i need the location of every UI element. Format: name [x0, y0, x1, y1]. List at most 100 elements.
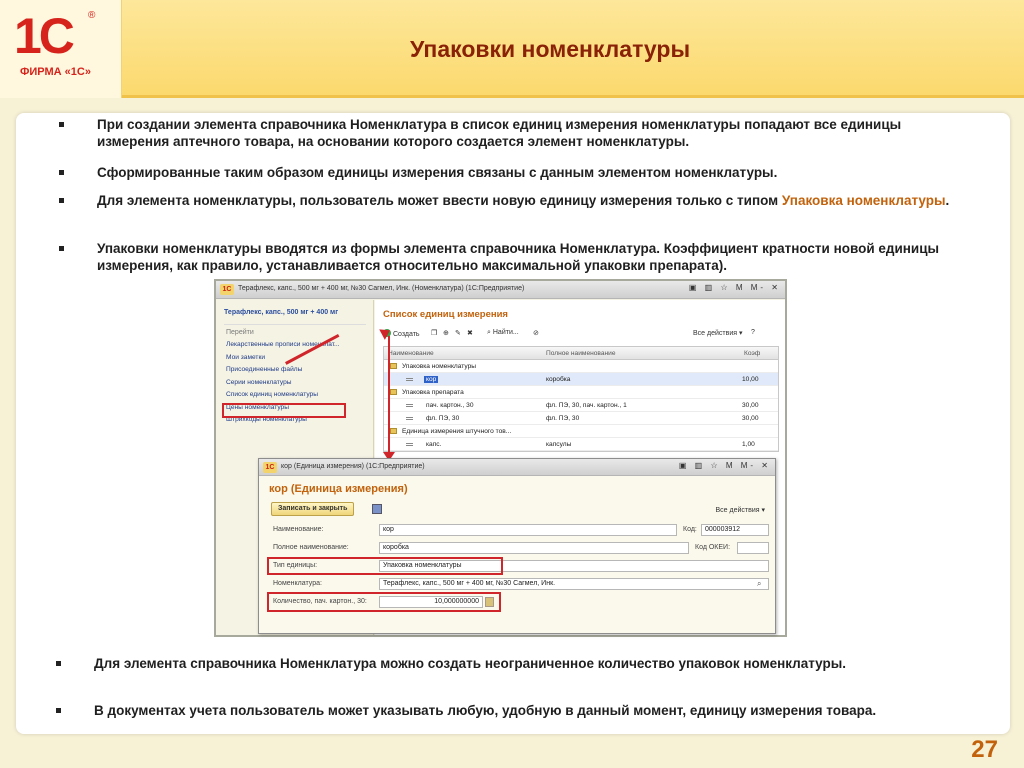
full-name-label: Полное наименование: — [273, 544, 349, 551]
full-name-input[interactable]: коробка — [379, 542, 689, 554]
code-input[interactable]: 000003912 — [701, 524, 769, 536]
name-label: Наименование: — [273, 526, 324, 533]
bullet-text: Сформированные таким образом единицы изм… — [97, 165, 778, 180]
page-title: Упаковки номенклатуры — [410, 36, 691, 62]
cell-coef: 30,00 — [742, 402, 759, 409]
bullet-marker — [59, 122, 64, 127]
popup-window-title: кор (Единица измерения) (1С:Предприятие) — [281, 463, 425, 470]
cell-name: Упаковка препарата — [402, 389, 464, 396]
all-actions-menu[interactable]: Все действия ▾ — [693, 329, 742, 337]
bullet-item: Упаковки номенклатуры вводятся из формы … — [59, 240, 977, 274]
column-header-name[interactable]: Наименование — [388, 350, 434, 357]
cell-name: капс. — [426, 441, 442, 448]
create-label: Создать — [392, 331, 420, 338]
window-buttons[interactable]: ▣ ▥ ☆ M M- ✕ — [689, 283, 781, 292]
okei-input[interactable] — [737, 542, 769, 554]
bullet-marker — [56, 708, 61, 713]
cell-fullname: коробка — [546, 376, 571, 383]
cell-coef: 1,00 — [742, 441, 755, 448]
highlight-term: Упаковка номенклатуры — [781, 193, 946, 208]
bullet-marker — [59, 246, 64, 251]
annotation-highlight-box — [222, 403, 346, 418]
app-1c-icon: 1С — [220, 284, 234, 295]
bullet-text: Для элемента номенклатуры, пользователь … — [97, 193, 782, 208]
all-actions-menu[interactable]: Все действия ▾ — [716, 506, 765, 514]
nav-item-units[interactable]: Список единиц номенклатуры — [226, 389, 340, 402]
save-and-close-button[interactable]: Записать и закрыть — [271, 502, 355, 516]
edit-icon[interactable]: ✎ — [455, 329, 461, 337]
cell-name: пач. картон., 30 — [426, 402, 474, 409]
bullet-text: Упаковки номенклатуры вводятся из формы … — [97, 241, 940, 273]
table-row[interactable]: Упаковка номенклатуры — [384, 360, 778, 373]
slide-header: 1C ® ФИРМА «1С» Упаковки номенклатуры — [0, 0, 1024, 98]
cell-coef: 30,00 — [742, 415, 759, 422]
copy-icon[interactable]: ❐ — [431, 329, 437, 337]
code-label: Код: — [683, 526, 697, 533]
bullet-text-tail: . — [945, 193, 950, 208]
name-input[interactable]: кор — [379, 524, 677, 536]
bullet-item: Для элемента номенклатуры, пользователь … — [59, 192, 977, 209]
table-row[interactable]: Единица измерения штучного тов... — [384, 425, 778, 438]
cell-name: Упаковка номенклатуры — [402, 363, 476, 370]
folder-icon — [390, 363, 397, 369]
nav-title: Терафлекс, капс., 500 мг + 400 мг — [224, 309, 339, 316]
item-icon — [406, 417, 413, 420]
units-table: Наименование Полное наименование Коэф Уп… — [383, 346, 779, 452]
help-icon[interactable]: ? — [751, 329, 755, 336]
folder-icon — [390, 428, 397, 434]
logo-registered: ® — [88, 10, 96, 21]
bullet-item: Сформированные таким образом единицы изм… — [59, 164, 977, 181]
item-icon — [406, 404, 413, 407]
bullet-marker — [59, 198, 64, 203]
add-folder-icon[interactable]: ⊕ — [443, 329, 449, 337]
nav-item-series[interactable]: Серии номенклатуры — [226, 377, 340, 390]
bullet-marker — [56, 661, 61, 666]
save-icon[interactable] — [372, 504, 382, 514]
table-row[interactable]: кор коробка 10,00 — [384, 373, 778, 386]
annotation-highlight-box — [267, 592, 501, 612]
cell-coef: 10,00 — [742, 376, 759, 383]
delete-icon[interactable]: ✖ — [467, 329, 473, 337]
bullet-text: Для элемента справочника Номенклатура мо… — [94, 656, 847, 671]
window-titlebar: 1С Терафлекс, капс., 500 мг + 400 мг, №3… — [216, 281, 785, 299]
bullet-text: При создании элемента справочника Номенк… — [97, 117, 902, 149]
cancel-search-icon[interactable]: ⊘ — [533, 329, 539, 337]
bullet-marker — [59, 170, 64, 175]
logo-firm-text: ФИРМА «1С» — [20, 66, 91, 78]
page-number: 27 — [971, 736, 998, 763]
table-row[interactable]: капс. капсулы 1,00 — [384, 438, 778, 451]
annotation-arrow-vertical — [388, 336, 390, 454]
okei-label: Код ОКЕИ: — [695, 544, 731, 551]
list-title: Список единиц измерения — [383, 309, 508, 320]
form-title: кор (Единица измерения) — [269, 483, 408, 495]
item-icon — [406, 443, 413, 446]
bullet-text: В документах учета пользователь может ук… — [94, 703, 877, 718]
nomenclature-input[interactable]: Терафлекс, капс., 500 мг + 400 мг, №30 С… — [379, 578, 769, 590]
table-row[interactable]: фл. ПЭ, 30 фл. ПЭ, 30 30,00 — [384, 412, 778, 425]
cell-fullname: капсулы — [546, 441, 572, 448]
table-row[interactable]: пач. картон., 30 фл. ПЭ, 30, пач. картон… — [384, 399, 778, 412]
cell-name: кор — [424, 376, 439, 383]
search-icon[interactable]: ⌕ — [757, 579, 761, 589]
nav-section-label: Перейти — [226, 329, 254, 336]
table-row[interactable]: Упаковка препарата — [384, 386, 778, 399]
item-icon — [406, 378, 413, 381]
cell-fullname: фл. ПЭ, 30 — [546, 415, 580, 422]
find-button[interactable]: ⌕ Найти... — [487, 329, 519, 337]
cell-fullname: фл. ПЭ, 30, пач. картон., 1 — [546, 402, 627, 409]
column-header-fullname[interactable]: Полное наименование — [546, 350, 616, 357]
bullet-item: В документах учета пользователь может ук… — [56, 702, 974, 719]
popup-titlebar: 1С кор (Единица измерения) (1С:Предприят… — [259, 459, 775, 476]
nav-item-notes[interactable]: Мои заметки — [226, 352, 340, 365]
window-title: Терафлекс, капс., 500 мг + 400 мг, №30 С… — [238, 285, 525, 292]
bullet-item: Для элемента справочника Номенклатура мо… — [56, 655, 974, 672]
column-header-coef[interactable]: Коэф — [744, 350, 760, 357]
folder-icon — [390, 389, 397, 395]
app-1c-icon: 1С — [263, 462, 277, 473]
nav-item-files[interactable]: Присоединенные файлы — [226, 364, 340, 377]
cell-name: Единица измерения штучного тов... — [402, 428, 512, 435]
search-icon: ⌕ — [487, 329, 491, 336]
cell-name: фл. ПЭ, 30 — [426, 415, 460, 422]
divider — [224, 324, 366, 325]
popup-window-buttons[interactable]: ▣ ▥ ☆ M M- ✕ — [679, 461, 771, 470]
